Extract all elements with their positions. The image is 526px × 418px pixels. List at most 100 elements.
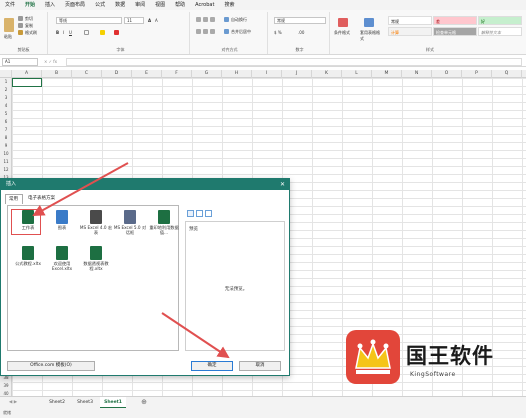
select-all-corner[interactable] <box>0 70 12 78</box>
row-header[interactable]: 8 <box>0 134 12 142</box>
align-top-icon[interactable] <box>196 17 201 22</box>
tab-nav-arrows[interactable]: ◀ ▶ <box>3 397 23 408</box>
tab-spreadsheet-solutions[interactable]: 电子表格方案 <box>25 194 71 204</box>
column-header[interactable]: N <box>402 70 432 78</box>
column-header[interactable]: A <box>12 70 42 78</box>
template-item[interactable]: 公式教程.xltx <box>11 246 45 266</box>
row-header[interactable]: 5 <box>0 110 12 118</box>
template-item[interactable]: 图表 <box>45 210 79 230</box>
conditional-format-button[interactable]: 条件格式 <box>334 30 350 36</box>
row-header[interactable]: 1 <box>0 78 12 86</box>
column-header[interactable]: B <box>42 70 72 78</box>
menu-item-3[interactable]: 页面布局 <box>60 0 90 10</box>
bold-icon[interactable]: B <box>56 30 59 35</box>
number-format-select[interactable]: 常规 <box>274 17 326 24</box>
column-header[interactable]: P <box>462 70 492 78</box>
list-view-icon[interactable] <box>196 210 203 217</box>
copy-icon[interactable] <box>18 23 23 28</box>
close-icon[interactable]: ✕ <box>280 179 285 190</box>
column-header[interactable]: L <box>342 70 372 78</box>
active-cell[interactable] <box>12 78 42 87</box>
table-format-button[interactable]: 套用表格格式 <box>360 30 380 42</box>
format-painter-button[interactable]: 格式刷 <box>25 30 37 36</box>
row-header[interactable]: 3 <box>0 94 12 102</box>
menu-item-9[interactable]: Acrobat <box>190 0 219 10</box>
column-header[interactable]: J <box>282 70 312 78</box>
column-header[interactable]: F <box>162 70 192 78</box>
template-item[interactable]: 重印地利用数据值... <box>147 210 181 235</box>
row-header[interactable]: 2 <box>0 86 12 94</box>
row-header[interactable]: 12 <box>0 166 12 174</box>
style-explain[interactable]: 解释性文本 <box>478 27 522 36</box>
column-header[interactable]: M <box>372 70 402 78</box>
font-size-select[interactable]: 11 <box>124 17 144 24</box>
style-good[interactable]: 好 <box>478 16 522 25</box>
conditional-format-icon[interactable] <box>338 18 348 27</box>
row-header[interactable]: 10 <box>0 150 12 158</box>
sheet-tab-sheet1[interactable]: Sheet1 <box>100 397 126 408</box>
align-bottom-icon[interactable] <box>210 17 215 22</box>
template-item[interactable]: 数据透视表教程.xltx <box>79 246 113 271</box>
menu-item-7[interactable]: 视图 <box>150 0 170 10</box>
row-header[interactable]: 9 <box>0 142 12 150</box>
merge-center-icon[interactable] <box>224 29 229 34</box>
paste-button[interactable]: 粘贴 <box>4 34 12 40</box>
menu-item-6[interactable]: 审阅 <box>130 0 150 10</box>
column-header[interactable]: K <box>312 70 342 78</box>
copy-button[interactable]: 复制 <box>25 23 33 29</box>
row-header[interactable]: 39 <box>0 382 12 390</box>
template-item[interactable]: 欢迎使用 Excel.xltx <box>45 246 79 271</box>
column-header[interactable]: H <box>222 70 252 78</box>
font-color-icon[interactable] <box>114 30 119 35</box>
cut-icon[interactable] <box>18 16 23 21</box>
fx-icon[interactable]: × ✓ fx <box>44 59 57 64</box>
menu-item-1[interactable]: 开始 <box>20 0 41 11</box>
menu-item-2[interactable]: 插入 <box>40 0 60 10</box>
sheet-tab-sheet2[interactable]: Sheet2 <box>44 397 70 408</box>
column-header[interactable]: C <box>72 70 102 78</box>
font-name-select[interactable]: 等线 <box>56 17 122 24</box>
row-header[interactable]: 6 <box>0 118 12 126</box>
cancel-button[interactable]: 取消 <box>239 361 281 371</box>
fill-color-icon[interactable] <box>100 30 105 35</box>
menu-item-4[interactable]: 公式 <box>90 0 110 10</box>
row-header[interactable]: 11 <box>0 158 12 166</box>
column-header[interactable]: I <box>252 70 282 78</box>
formula-input[interactable] <box>66 58 522 66</box>
format-painter-icon[interactable] <box>18 30 23 35</box>
increase-font-icon[interactable]: A <box>148 18 151 23</box>
style-normal[interactable]: 常规 <box>388 16 432 25</box>
paste-icon[interactable] <box>4 18 14 32</box>
template-item[interactable]: MS Excel 5.0 对话框 <box>113 210 147 235</box>
align-left-icon[interactable] <box>196 29 201 34</box>
currency-icon[interactable]: $ % <box>274 30 282 35</box>
align-middle-icon[interactable] <box>203 17 208 22</box>
tab-common[interactable]: 常用 <box>5 194 23 204</box>
italic-icon[interactable]: I <box>63 30 64 35</box>
menu-item-0[interactable]: 文件 <box>0 0 20 10</box>
underline-icon[interactable]: U <box>69 30 72 35</box>
menu-item-5[interactable]: 数据 <box>110 0 130 10</box>
row-header[interactable]: 4 <box>0 102 12 110</box>
column-header[interactable]: G <box>192 70 222 78</box>
border-icon[interactable] <box>84 30 89 35</box>
column-header[interactable]: O <box>432 70 462 78</box>
decrease-font-icon[interactable]: A <box>155 18 158 23</box>
wrap-text-button[interactable]: 自动换行 <box>231 17 247 23</box>
menu-item-10[interactable]: 搜索 <box>219 0 239 10</box>
merge-center-button[interactable]: 合并后居中 <box>231 29 251 35</box>
align-center-icon[interactable] <box>203 29 208 34</box>
template-item[interactable]: MS Excel 4.0 宏表 <box>79 210 113 235</box>
decimal-icon[interactable]: .00 <box>298 30 304 35</box>
sheet-tab-sheet3[interactable]: Sheet3 <box>72 397 98 408</box>
table-format-icon[interactable] <box>364 18 374 27</box>
column-header[interactable]: E <box>132 70 162 78</box>
cut-button[interactable]: 剪切 <box>25 16 33 22</box>
column-header[interactable]: D <box>102 70 132 78</box>
row-header[interactable]: 7 <box>0 126 12 134</box>
office-templates-button[interactable]: Office.com 模板(O) <box>7 361 95 371</box>
style-bad[interactable]: 差 <box>433 16 477 25</box>
align-right-icon[interactable] <box>210 29 215 34</box>
column-header[interactable]: Q <box>492 70 522 78</box>
style-calc[interactable]: 计算 <box>388 27 432 36</box>
